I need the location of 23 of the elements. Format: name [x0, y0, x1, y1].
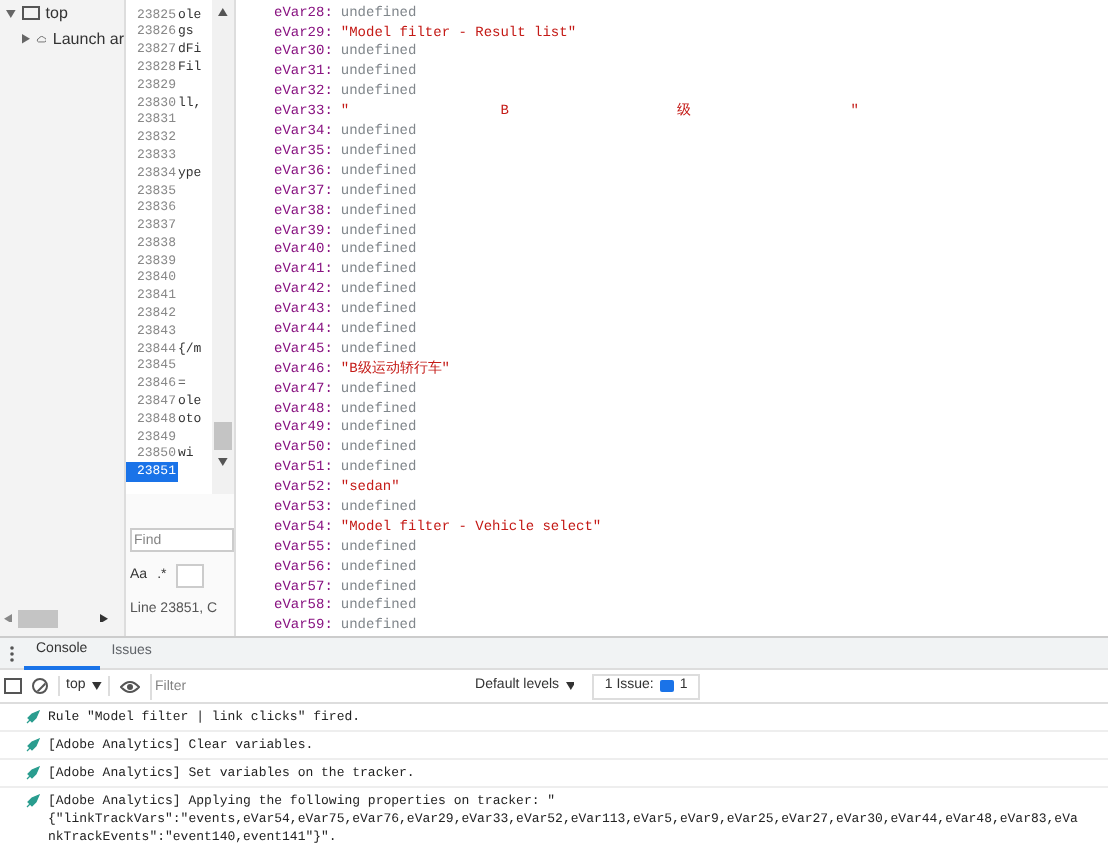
scrollbar-thumb[interactable]: [214, 422, 232, 450]
scroll-up-icon[interactable]: [218, 8, 228, 16]
caret-icon[interactable]: [6, 9, 16, 17]
scroll-down-icon[interactable]: [218, 458, 228, 466]
tree-item[interactable]: Launch ar: [52, 27, 124, 51]
caret-icon[interactable]: [22, 34, 30, 44]
scroll-right-icon[interactable]: [100, 613, 108, 623]
rocket-icon: [26, 738, 40, 752]
replace-field[interactable]: [176, 564, 205, 588]
frame-icon: [21, 6, 40, 20]
eye-icon[interactable]: [119, 679, 140, 693]
tree-item[interactable]: top: [45, 1, 68, 25]
clear-icon[interactable]: [32, 678, 48, 694]
scrollbar-thumb[interactable]: [18, 609, 58, 627]
sidebar-toggle-icon[interactable]: [4, 678, 22, 694]
rocket-icon: [26, 766, 40, 780]
dropdown-caret-icon[interactable]: [565, 682, 575, 690]
dropdown-caret-icon[interactable]: [91, 682, 102, 690]
cloud-icon: [36, 32, 47, 46]
rocket-icon: [26, 794, 40, 808]
scroll-left-icon[interactable]: [4, 613, 12, 623]
message-icon: [659, 680, 674, 692]
rocket-icon: [26, 710, 40, 724]
